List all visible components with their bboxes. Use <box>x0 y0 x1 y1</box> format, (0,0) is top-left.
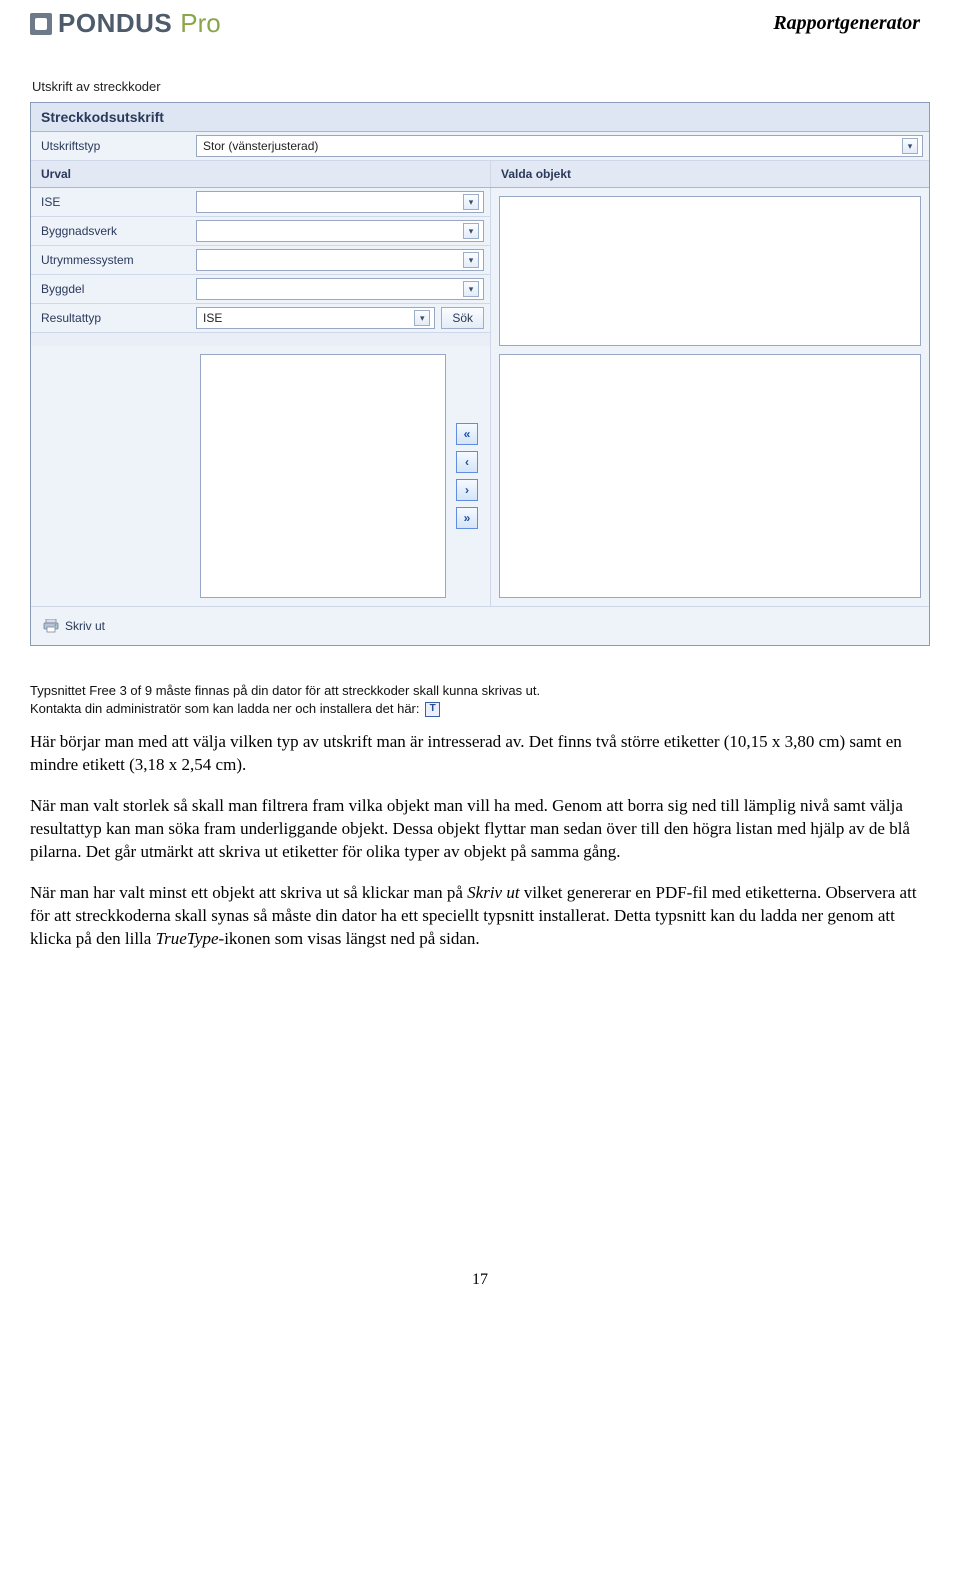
move-all-left-button[interactable]: « <box>456 423 478 445</box>
print-type-row: Utskriftstyp Stor (vänsterjusterad) ▾ <box>31 132 929 161</box>
byggnadsverk-label: Byggnadsverk <box>31 219 196 243</box>
valda-heading: Valda objekt <box>491 161 929 187</box>
brand-name: PONDUS <box>58 8 172 39</box>
app-window: Streckkodsutskrift Utskriftstyp Stor (vä… <box>30 102 930 646</box>
filters-block: ISE ▾ Byggnadsverk ▾ <box>31 188 491 346</box>
chevron-down-icon: ▾ <box>463 223 479 239</box>
byggdel-label: Byggdel <box>31 277 196 301</box>
move-buttons: « ‹ › » <box>452 354 482 598</box>
paragraph-1: Här börjar man med att välja vilken typ … <box>30 731 920 777</box>
paragraph-3: När man har valt minst ett objekt att sk… <box>30 882 920 951</box>
brand-suffix: Pro <box>180 8 220 39</box>
chevron-down-icon: ▾ <box>463 281 479 297</box>
byggnadsverk-select[interactable]: ▾ <box>196 220 484 242</box>
truetype-icon[interactable]: T <box>425 702 440 717</box>
print-type-value: Stor (vänsterjusterad) <box>203 139 318 153</box>
note-line1: Typsnittet Free 3 of 9 måste finnas på d… <box>30 683 540 698</box>
page-number: 17 <box>0 1271 960 1309</box>
chevron-down-icon: ▾ <box>463 194 479 210</box>
urval-heading: Urval <box>31 161 491 187</box>
ise-select[interactable]: ▾ <box>196 191 484 213</box>
font-note: Typsnittet Free 3 of 9 måste finnas på d… <box>0 656 960 721</box>
utrymmessystem-select[interactable]: ▾ <box>196 249 484 271</box>
logo: PONDUS Pro <box>30 8 221 39</box>
resultattyp-label: Resultattyp <box>31 306 196 330</box>
print-type-label: Utskriftstyp <box>31 134 196 158</box>
move-left-button[interactable]: ‹ <box>456 451 478 473</box>
selected-listbox[interactable] <box>499 354 921 598</box>
byggdel-select[interactable]: ▾ <box>196 278 484 300</box>
chevron-down-icon: ▾ <box>463 252 479 268</box>
body-text: Här börjar man med att välja vilken typ … <box>0 721 960 951</box>
search-button[interactable]: Sök <box>441 307 484 329</box>
move-all-right-button[interactable]: » <box>456 507 478 529</box>
print-type-select[interactable]: Stor (vänsterjusterad) ▾ <box>196 135 923 157</box>
print-button[interactable]: Skriv ut <box>65 619 105 633</box>
results-listbox[interactable] <box>200 354 446 598</box>
resultattyp-select[interactable]: ISE ▾ <box>196 307 435 329</box>
note-line2: Kontakta din administratör som kan ladda… <box>30 701 420 716</box>
utrymmessystem-label: Utrymmessystem <box>31 248 196 272</box>
panel-title: Streckkodsutskrift <box>31 103 929 132</box>
bottom-bar: Skriv ut <box>31 606 929 645</box>
logo-mark-icon <box>30 13 52 35</box>
paragraph-2: När man valt storlek så skall man filtre… <box>30 795 920 864</box>
columns-header: Urval Valda objekt <box>31 161 929 188</box>
printer-icon <box>43 619 59 633</box>
doc-header: PONDUS Pro Rapportgenerator <box>0 0 960 49</box>
lists-area: « ‹ › » <box>31 346 929 606</box>
resultattyp-value: ISE <box>203 311 222 325</box>
chevron-down-icon: ▾ <box>414 310 430 326</box>
move-right-button[interactable]: › <box>456 479 478 501</box>
section-label: Utskrift av streckkoder <box>32 79 930 94</box>
chevron-down-icon: ▾ <box>902 138 918 154</box>
ise-label: ISE <box>31 190 196 214</box>
selected-listbox-top[interactable] <box>499 196 921 346</box>
doc-title: Rapportgenerator <box>773 12 920 35</box>
